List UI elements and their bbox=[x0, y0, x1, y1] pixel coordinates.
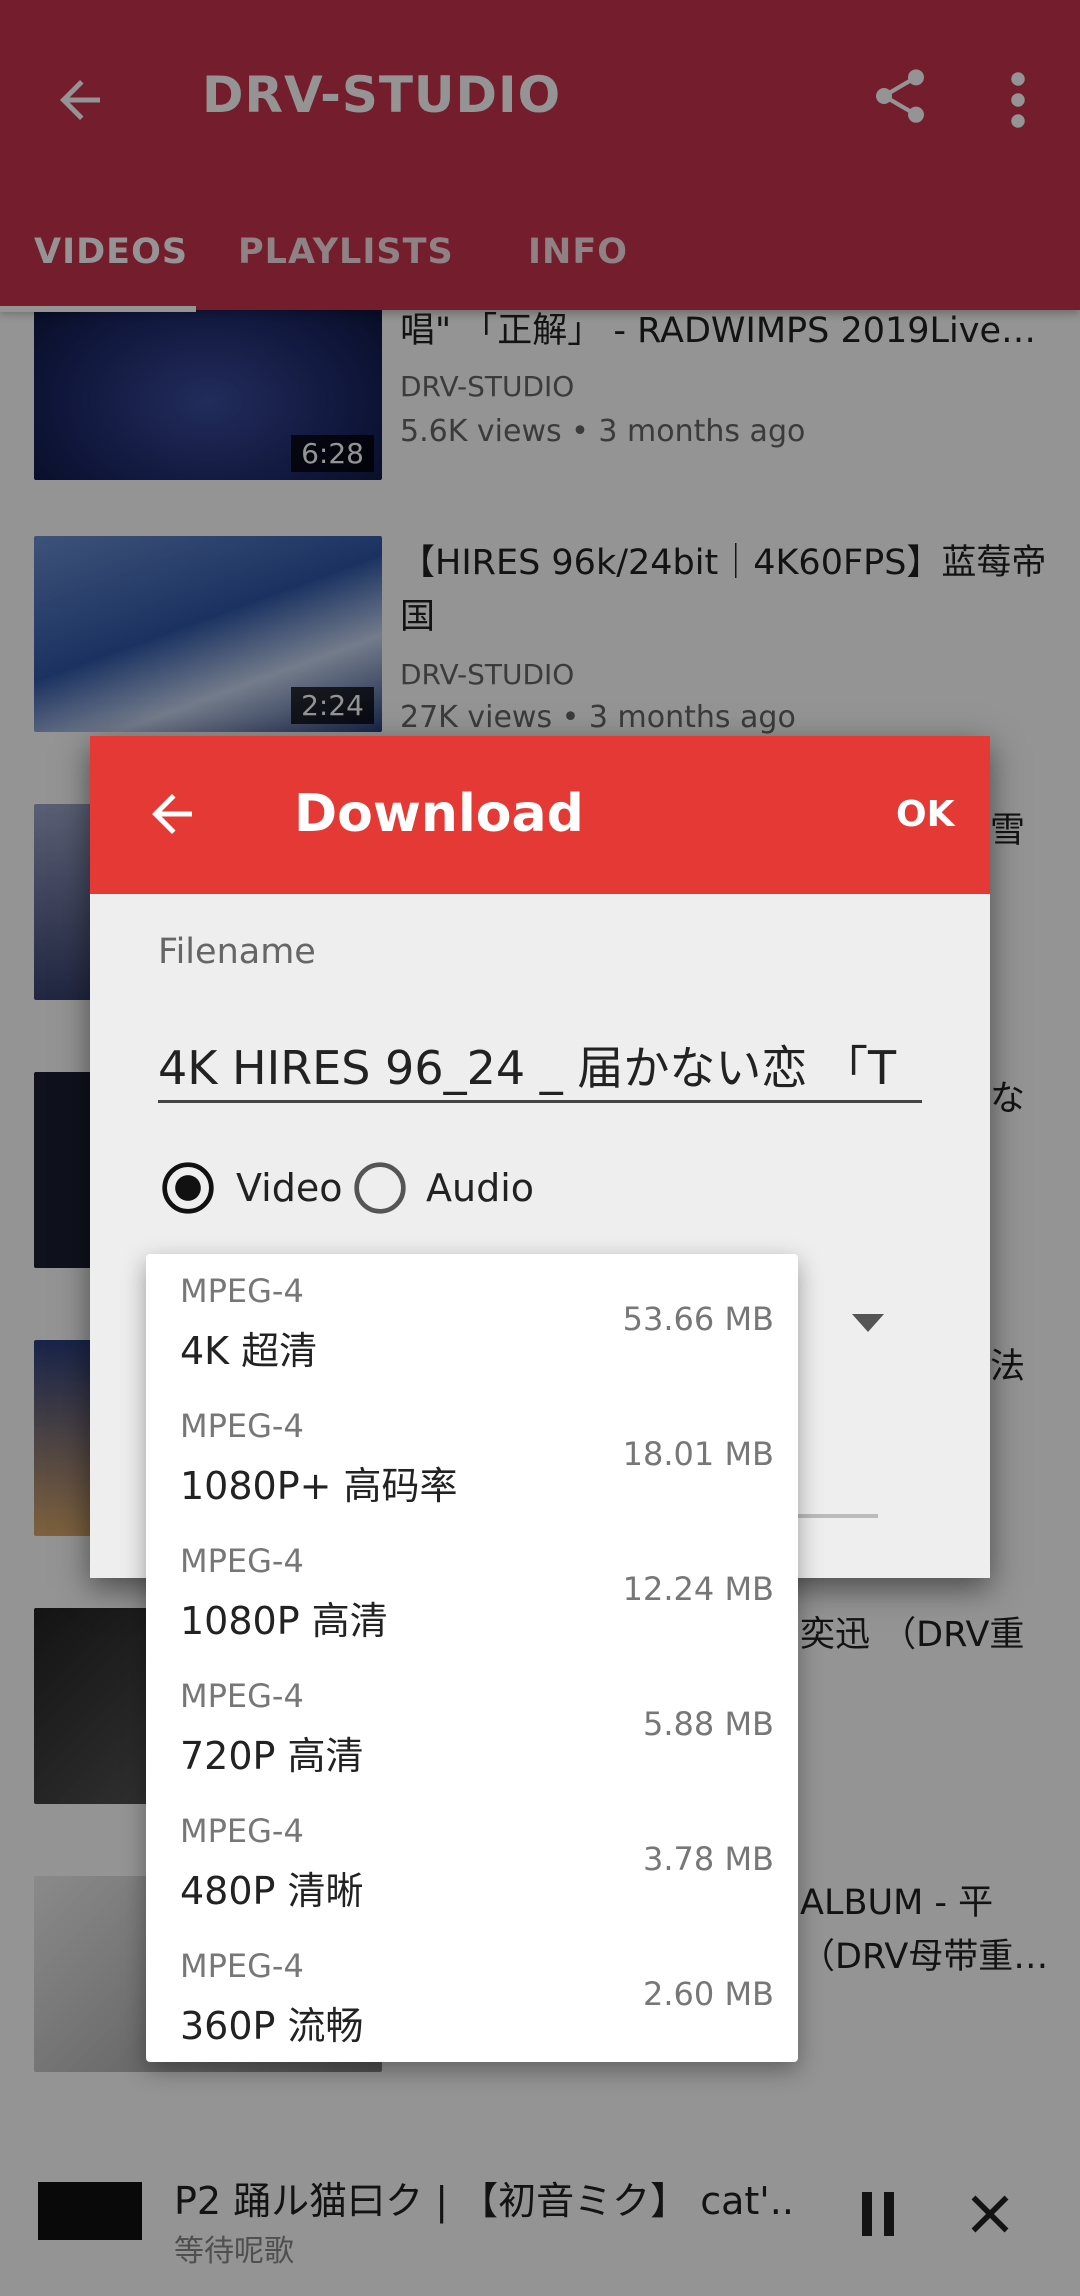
format-type: MPEG-4 bbox=[180, 1947, 304, 1985]
format-size: 5.88 MB bbox=[643, 1705, 774, 1743]
chevron-down-icon[interactable] bbox=[852, 1314, 884, 1332]
audio-radio-label[interactable]: Audio bbox=[426, 1166, 534, 1210]
format-option[interactable]: MPEG-4 1080P 高清 12.24 MB bbox=[146, 1524, 798, 1659]
dialog-header: Download OK bbox=[90, 736, 990, 894]
format-type: MPEG-4 bbox=[180, 1542, 304, 1580]
dialog-title: Download bbox=[294, 784, 584, 844]
audio-radio-button[interactable] bbox=[352, 1160, 408, 1216]
format-size: 2.60 MB bbox=[643, 1975, 774, 2013]
format-option[interactable]: MPEG-4 480P 清晰 3.78 MB bbox=[146, 1794, 798, 1929]
format-option[interactable]: MPEG-4 1080P+ 高码率 18.01 MB bbox=[146, 1389, 798, 1524]
format-option[interactable]: MPEG-4 360P 流畅 2.60 MB bbox=[146, 1929, 798, 2064]
filename-label: Filename bbox=[158, 932, 316, 972]
format-quality: 1080P 高清 bbox=[180, 1599, 388, 1643]
format-type: MPEG-4 bbox=[180, 1272, 304, 1310]
format-size: 18.01 MB bbox=[622, 1435, 774, 1473]
format-size: 53.66 MB bbox=[622, 1300, 774, 1338]
format-type: MPEG-4 bbox=[180, 1677, 304, 1715]
format-dropdown-menu: MPEG-4 4K 超清 53.66 MB MPEG-4 1080P+ 高码率 … bbox=[146, 1254, 798, 2062]
filename-field[interactable] bbox=[158, 1030, 922, 1103]
ok-button[interactable]: OK bbox=[896, 794, 955, 835]
format-size: 3.78 MB bbox=[643, 1840, 774, 1878]
format-quality: 1080P+ 高码率 bbox=[180, 1464, 458, 1508]
format-quality: 360P 流畅 bbox=[180, 2004, 364, 2048]
format-quality: 480P 清晰 bbox=[180, 1869, 364, 1913]
video-radio-button[interactable] bbox=[160, 1160, 216, 1216]
back-arrow-icon[interactable] bbox=[142, 784, 202, 844]
format-option[interactable]: MPEG-4 4K 超清 53.66 MB bbox=[146, 1254, 798, 1389]
format-type: MPEG-4 bbox=[180, 1407, 304, 1445]
format-quality: 4K 超清 bbox=[180, 1329, 318, 1373]
video-radio-label[interactable]: Video bbox=[236, 1166, 342, 1210]
format-option[interactable]: MPEG-4 720P 高清 5.88 MB bbox=[146, 1659, 798, 1794]
format-size: 12.24 MB bbox=[622, 1570, 774, 1608]
format-type: MPEG-4 bbox=[180, 1812, 304, 1850]
format-quality: 720P 高清 bbox=[180, 1734, 364, 1778]
